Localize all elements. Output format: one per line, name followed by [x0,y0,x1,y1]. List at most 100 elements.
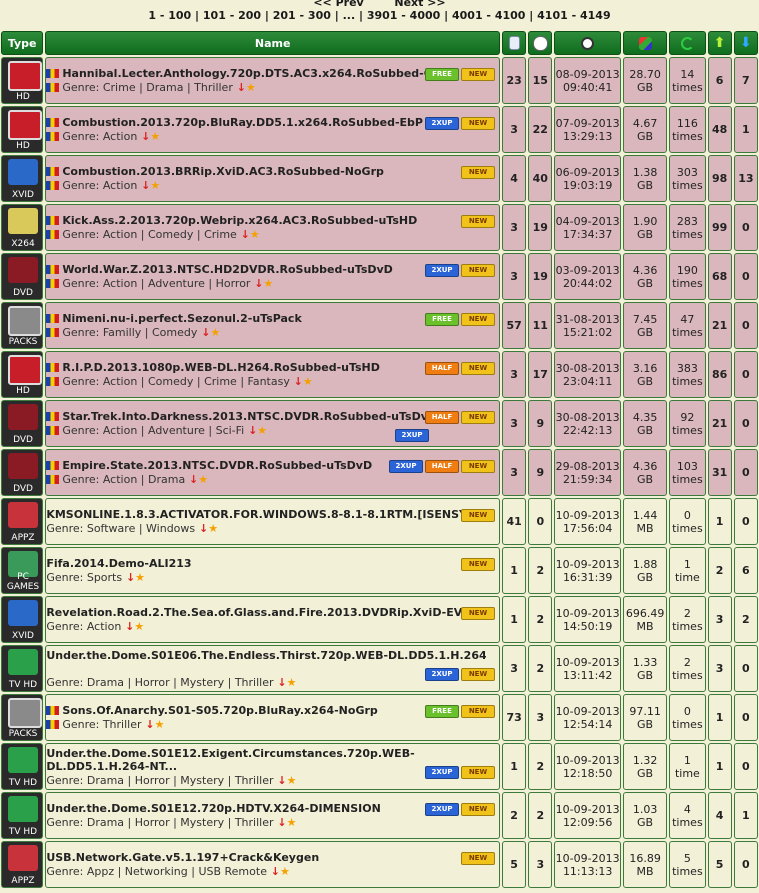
type-cell[interactable]: HD [1,57,44,104]
type-cell[interactable]: PACKS [1,694,44,741]
page-range-link[interactable]: 4101 - 4149 [537,9,610,22]
seeders-count-value[interactable]: 6 [716,74,724,87]
files-count-value[interactable]: 4 [510,172,518,185]
col-leechers[interactable]: ⬇ [733,31,758,55]
page-range-link[interactable]: 101 - 200 [203,9,261,22]
col-name[interactable]: Name [45,31,500,55]
torrent-name[interactable]: Under.the.Dome.S01E12.Exigent.Circumstan… [46,747,414,773]
bookmark-star-icon[interactable]: ★ [135,571,145,584]
comments-count-value[interactable]: 2 [536,760,544,773]
torrent-name[interactable]: Empire.State.2013.NTSC.DVDR.RoSubbed-uTs… [62,459,372,472]
files-count-value[interactable]: 57 [506,319,521,332]
torrent-name[interactable]: Star.Trek.Into.Darkness.2013.NTSC.DVDR.R… [62,410,437,423]
torrent-name[interactable]: Fifa.2014.Demo-ALI213 [46,557,191,570]
seeders-count-value[interactable]: 98 [712,172,727,185]
seeders-count-value[interactable]: 3 [716,662,724,675]
category-icon[interactable]: HD [2,107,44,152]
download-icon[interactable]: ↓ [274,774,286,787]
files-count-value[interactable]: 3 [510,466,518,479]
download-icon[interactable]: ↓ [274,676,286,689]
leechers-count-value[interactable]: 0 [742,368,750,381]
torrent-name[interactable]: Hannibal.Lecter.Anthology.720p.DTS.AC3.x… [62,67,450,80]
leechers-count-value[interactable]: 7 [742,74,750,87]
type-cell[interactable]: X264 [1,204,44,251]
type-cell[interactable]: TV HD [1,792,44,839]
download-icon[interactable]: ↓ [250,277,263,290]
col-seeders[interactable]: ⬆ [707,31,732,55]
comments-count-value[interactable]: 22 [533,123,548,136]
category-icon[interactable]: XVID [2,597,44,642]
comments-count-value[interactable]: 40 [533,172,548,185]
bookmark-star-icon[interactable]: ★ [287,816,297,829]
seeders-count-value[interactable]: 21 [712,417,727,430]
type-cell[interactable]: APPZ [1,841,44,888]
comments-count-value[interactable]: 19 [533,221,548,234]
bookmark-star-icon[interactable]: ★ [264,277,274,290]
comments-count-value[interactable]: 2 [536,662,544,675]
comments-count-value[interactable]: 11 [533,319,548,332]
col-size[interactable] [622,31,668,55]
bookmark-star-icon[interactable]: ★ [257,424,267,437]
seeders-count-value[interactable]: 48 [712,123,727,136]
files-count-value[interactable]: 73 [506,711,521,724]
category-icon[interactable]: X264 [2,205,44,250]
seeders-count-value[interactable]: 99 [712,221,727,234]
seeders-count-value[interactable]: 2 [716,564,724,577]
comments-count-value[interactable]: 19 [533,270,548,283]
torrent-title[interactable]: Kick.Ass.2.2013.720p.Webrip.x264.AC3.RoS… [46,214,499,227]
col-added[interactable] [554,31,621,55]
category-icon[interactable]: HD [2,58,44,103]
torrent-title[interactable]: Revelation.Road.2.The.Sea.of.Glass.and.F… [46,606,499,619]
type-cell[interactable]: DVD [1,449,44,496]
comments-count-value[interactable]: 9 [536,466,544,479]
page-range-link[interactable]: 1 - 100 [148,9,191,22]
bookmark-star-icon[interactable]: ★ [150,130,160,143]
category-icon[interactable]: APPZ [2,499,44,544]
comments-count-value[interactable]: 2 [536,613,544,626]
leechers-count-value[interactable]: 1 [742,809,750,822]
torrent-title[interactable]: Under.the.Dome.S01E12.Exigent.Circumstan… [46,747,456,773]
files-count-value[interactable]: 5 [510,858,518,871]
seeders-count-value[interactable]: 21 [712,319,727,332]
download-icon[interactable]: ↓ [233,81,246,94]
torrent-name[interactable]: Nimeni.nu-i.perfect.Sezonul.2-uTsPack [62,312,301,325]
comments-count-value[interactable]: 15 [533,74,548,87]
category-icon[interactable]: PACKS [2,303,44,348]
download-icon[interactable]: ↓ [142,718,154,731]
seeders-count-value[interactable]: 31 [712,466,727,479]
category-icon[interactable]: XVID [2,156,44,201]
type-cell[interactable]: HD [1,106,44,153]
type-cell[interactable]: HD [1,351,44,398]
comments-count-value[interactable]: 9 [536,417,544,430]
leechers-count-value[interactable]: 0 [742,711,750,724]
leechers-count-value[interactable]: 2 [742,613,750,626]
prev-link[interactable]: << Prev [313,0,363,9]
category-icon[interactable]: TV HD [2,793,44,838]
bookmark-star-icon[interactable]: ★ [287,676,297,689]
download-icon[interactable]: ↓ [137,179,150,192]
seeders-count-value[interactable]: 68 [712,270,727,283]
files-count-value[interactable]: 3 [510,368,518,381]
next-link[interactable]: Next >> [394,0,445,9]
download-icon[interactable]: ↓ [244,424,257,437]
comments-count-value[interactable]: 3 [536,711,544,724]
download-icon[interactable]: ↓ [274,816,286,829]
bookmark-star-icon[interactable]: ★ [134,620,144,633]
bookmark-star-icon[interactable]: ★ [303,375,313,388]
bookmark-star-icon[interactable]: ★ [150,179,160,192]
seeders-count-value[interactable]: 3 [716,613,724,626]
bookmark-star-icon[interactable]: ★ [246,81,256,94]
leechers-count-value[interactable]: 0 [742,466,750,479]
torrent-name[interactable]: Revelation.Road.2.The.Sea.of.Glass.and.F… [46,606,471,619]
leechers-count-value[interactable]: 0 [742,515,750,528]
comments-count-value[interactable]: 2 [536,809,544,822]
category-icon[interactable]: DVD [2,450,44,495]
category-icon[interactable]: HD [2,352,44,397]
type-cell[interactable]: TV HD [1,645,44,692]
category-icon[interactable]: DVD [2,254,44,299]
seeders-count-value[interactable]: 1 [716,515,724,528]
bookmark-star-icon[interactable]: ★ [208,522,218,535]
files-count-value[interactable]: 23 [506,74,521,87]
files-count-value[interactable]: 41 [506,515,521,528]
leechers-count-value[interactable]: 0 [742,760,750,773]
